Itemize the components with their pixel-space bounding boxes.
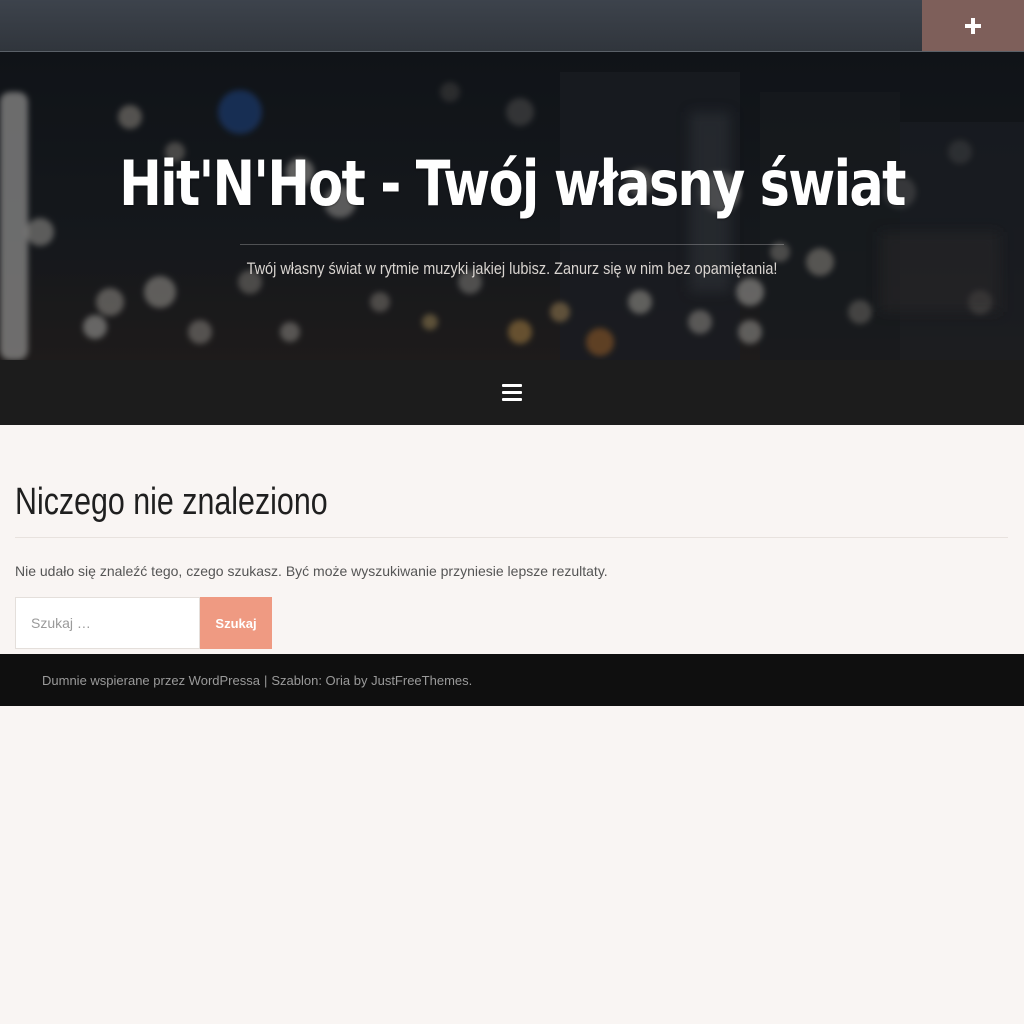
- hamburger-menu-icon: [502, 384, 522, 401]
- search-input[interactable]: [15, 597, 200, 649]
- search-form: Szukaj: [15, 597, 272, 649]
- site-tagline: Twój własny świat w rytmie muzyki jakiej…: [246, 259, 778, 278]
- site-header: Hit'N'Hot - Twój własny świat Twój własn…: [0, 52, 1024, 360]
- wordpress-link[interactable]: Dumnie wspierane przez WordPressa: [42, 673, 260, 688]
- theme-author-link[interactable]: JustFreeThemes: [371, 673, 469, 688]
- page-title: Niczego nie znaleziono: [15, 481, 328, 523]
- site-title[interactable]: Hit'N'Hot - Twój własny świat: [92, 147, 932, 220]
- menu-toggle-button[interactable]: [501, 384, 523, 402]
- footer-period: .: [468, 672, 473, 688]
- header-divider: [240, 244, 784, 245]
- theme-credit-prefix: Szablon: Oria by: [271, 672, 368, 688]
- main-navigation: [0, 360, 1024, 425]
- plus-icon: [965, 17, 981, 34]
- sidebar-toggle-button[interactable]: [922, 0, 1024, 51]
- site-footer: Dumnie wspierane przez WordPressa | Szab…: [0, 654, 1024, 706]
- footer-separator: |: [263, 672, 268, 688]
- title-divider: [15, 537, 1008, 538]
- not-found-message: Nie udało się znaleźć tego, czego szukas…: [15, 563, 608, 579]
- top-bar: [0, 0, 1024, 52]
- search-button[interactable]: Szukaj: [200, 597, 272, 649]
